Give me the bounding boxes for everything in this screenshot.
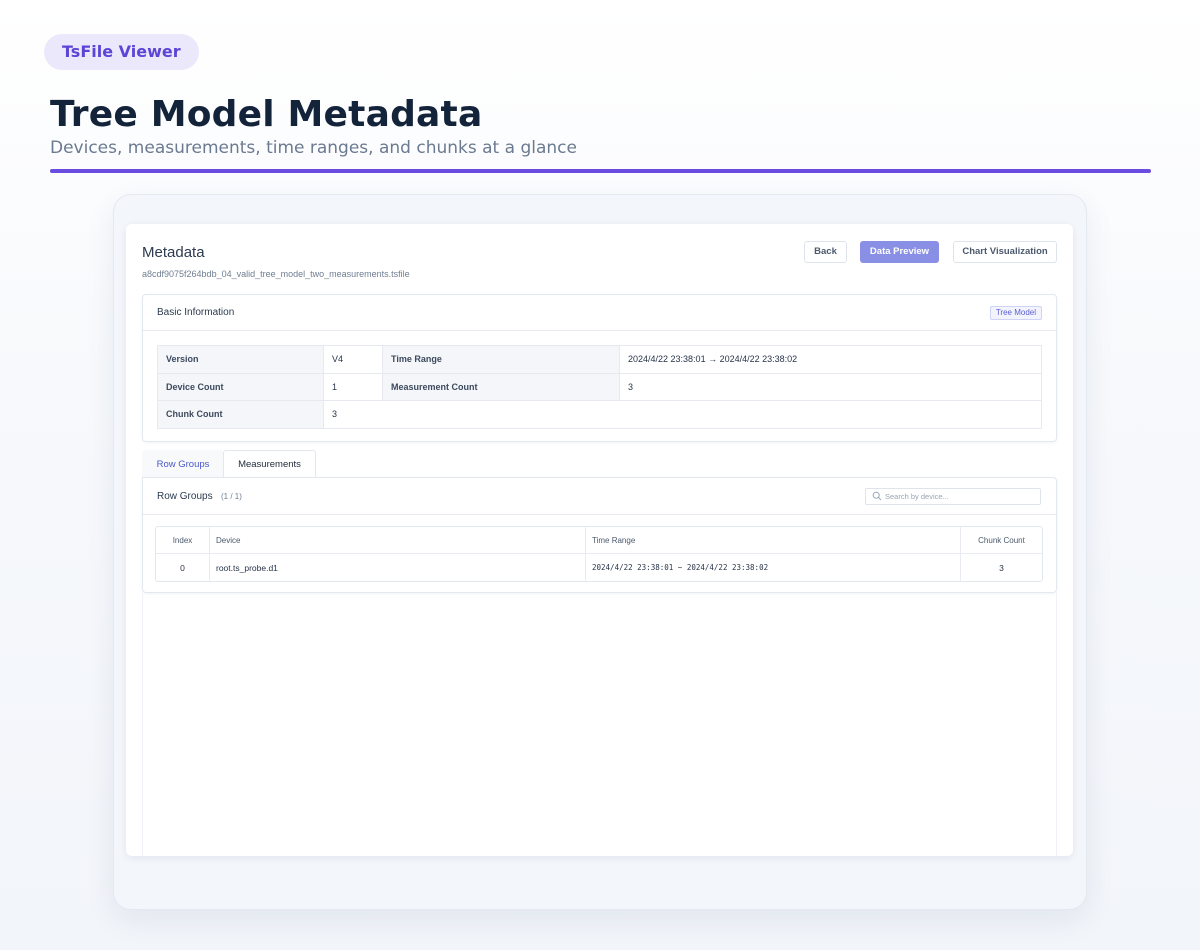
metadata-tabs: Row Groups Measurements xyxy=(142,450,1057,478)
info-row: Chunk Count 3 xyxy=(157,400,1042,429)
device-search-input[interactable] xyxy=(885,490,1035,503)
row-index: 0 xyxy=(156,554,210,581)
file-name: a8cdf9075f264bdb_04_valid_tree_model_two… xyxy=(142,269,410,279)
info-row: Device Count 1 Measurement Count 3 xyxy=(157,372,1042,401)
info-row: Version V4 Time Range 2024/4/22 23:38:01… xyxy=(157,345,1042,374)
search-icon xyxy=(872,491,882,501)
row-chunk-count: 3 xyxy=(999,562,1004,573)
info-label: Device Count xyxy=(157,372,324,401)
table-header-row: Index Device Time Range Chunk Count xyxy=(156,527,1042,554)
chart-visualization-button[interactable]: Chart Visualization xyxy=(953,241,1057,263)
row-time-range: 2024/4/22 23:38:01 ~ 2024/4/22 23:38:02 xyxy=(586,554,961,581)
info-label: Chunk Count xyxy=(157,400,324,429)
info-label: Version xyxy=(157,345,324,374)
info-value: 3 xyxy=(323,400,1042,429)
info-value: 2024/4/22 23:38:01 → 2024/4/22 23:38:02 xyxy=(619,345,1042,374)
basic-information-header: Basic Information Tree Model xyxy=(143,295,1056,331)
row-groups-title: Row Groups xyxy=(157,491,213,502)
row-device: root.ts_probe.d1 xyxy=(210,554,586,581)
model-type-badge: Tree Model xyxy=(989,306,1042,320)
info-value: V4 xyxy=(323,345,383,374)
page-title: Tree Model Metadata xyxy=(50,94,483,135)
column-header-time-range[interactable]: Time Range xyxy=(586,527,961,554)
data-preview-button[interactable]: Data Preview xyxy=(860,241,939,263)
info-value: 3 xyxy=(619,372,1042,401)
content-area xyxy=(142,593,1057,856)
basic-information-title: Basic Information xyxy=(157,307,235,318)
tab-row-groups[interactable]: Row Groups xyxy=(142,450,224,478)
row-groups-panel: Row Groups (1 / 1) Index Device Time Ran… xyxy=(142,477,1057,593)
table-row[interactable]: 0 root.ts_probe.d1 2024/4/22 23:38:01 ~ … xyxy=(156,554,1042,581)
column-header-index[interactable]: Index xyxy=(156,527,210,554)
tab-measurements[interactable]: Measurements xyxy=(223,450,316,478)
row-groups-count: (1 / 1) xyxy=(221,492,242,501)
back-button[interactable]: Back xyxy=(804,241,847,263)
page-subtitle: Devices, measurements, time ranges, and … xyxy=(50,138,577,158)
info-label: Time Range xyxy=(382,345,620,374)
basic-information-table: Version V4 Time Range 2024/4/22 23:38:01… xyxy=(157,345,1042,429)
row-groups-table: Index Device Time Range Chunk Count 0 ro… xyxy=(155,526,1043,582)
info-value: 1 xyxy=(323,372,383,401)
device-search-box[interactable] xyxy=(865,488,1041,505)
metadata-title: Metadata xyxy=(142,244,205,261)
row-groups-header: Row Groups (1 / 1) xyxy=(143,478,1056,515)
title-divider xyxy=(50,169,1151,173)
app-window: Metadata a8cdf9075f264bdb_04_valid_tree_… xyxy=(126,224,1073,856)
basic-information-card: Basic Information Tree Model Version V4 … xyxy=(142,294,1057,442)
app-badge: TsFile Viewer xyxy=(44,34,199,70)
column-header-chunk-count[interactable]: Chunk Count xyxy=(961,527,1042,554)
info-label: Measurement Count xyxy=(382,372,620,401)
column-header-device[interactable]: Device xyxy=(210,527,586,554)
